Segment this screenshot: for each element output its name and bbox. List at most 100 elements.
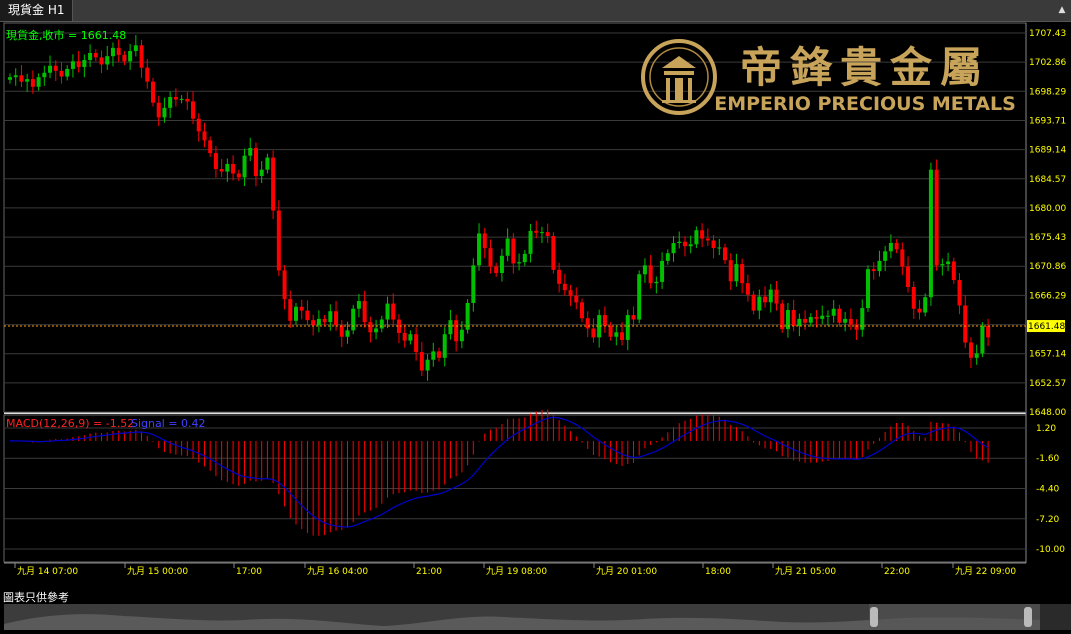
price-axis-label: 1702.86 [1029, 58, 1066, 68]
candle-body [368, 322, 373, 333]
navigator-strip[interactable] [4, 604, 1040, 630]
tab-bar: 現貨金 H1 ▲ [0, 0, 1071, 22]
candle-body [30, 79, 35, 87]
candle-body [110, 47, 115, 57]
candle-body [248, 147, 253, 156]
candle-body [614, 332, 619, 337]
logo-chinese-text: 帝鋒貴金屬 [740, 43, 990, 92]
macd-axis-label: -1.60 [1036, 454, 1060, 464]
candle-body [774, 289, 779, 304]
candle-body [642, 265, 647, 275]
candle-body [940, 264, 945, 266]
candle-body [162, 107, 167, 118]
candle-body [591, 328, 596, 338]
candle-body [128, 51, 133, 62]
candle-body [276, 210, 281, 271]
time-axis-label: 21:00 [416, 567, 442, 577]
candle-body [385, 303, 390, 320]
candle-body [316, 318, 321, 326]
navigator-right-handle[interactable] [1024, 607, 1032, 627]
price-axis-label: 1707.43 [1029, 29, 1066, 39]
candle-body [151, 81, 155, 103]
candle-body [877, 260, 882, 272]
candle-body [986, 325, 991, 338]
macd-axis-label: -4.40 [1036, 485, 1060, 495]
macd-signal-label: Signal = 0.42 [131, 417, 206, 430]
candle-body [70, 61, 75, 69]
price-axis-label: 1693.71 [1029, 117, 1066, 127]
candle-body [602, 315, 607, 326]
candle-body [568, 290, 573, 296]
tab-spot-gold-h1[interactable]: 現貨金 H1 [0, 0, 74, 21]
candle-body [505, 238, 510, 256]
time-axis-label: 九月 22 09:00 [955, 566, 1016, 577]
candle-body [236, 173, 241, 178]
candle-body [888, 243, 893, 252]
candle-body [883, 251, 888, 261]
candle-body [402, 332, 407, 341]
time-axis-label: 18:00 [705, 567, 731, 577]
candle-body [391, 303, 396, 320]
candle-body [517, 262, 522, 264]
candle-body [534, 230, 539, 233]
candle-body [448, 320, 453, 335]
candle-body [637, 274, 642, 320]
candle-body [339, 325, 344, 337]
candle-body [831, 308, 836, 316]
candle-body [253, 147, 258, 177]
candle-body [751, 294, 756, 311]
candle-body [271, 157, 276, 211]
candle-body [951, 261, 956, 280]
candle-body [173, 96, 178, 100]
candle-body [654, 281, 659, 284]
price-axis-label: 1657.14 [1029, 350, 1066, 360]
candle-body [76, 61, 81, 68]
time-axis-label: 九月 14 07:00 [17, 566, 78, 577]
candle-body [36, 77, 41, 87]
candle-body [288, 299, 293, 321]
candle-body [19, 75, 24, 82]
candle-body [631, 315, 636, 320]
candle-body [728, 260, 733, 282]
candle-body [694, 230, 699, 245]
navigator-end-area [1040, 604, 1071, 630]
tab-scroll-icon[interactable]: ▲ [1055, 3, 1069, 17]
candle-body [231, 163, 236, 174]
candle-body [242, 155, 247, 178]
candle-body [168, 96, 173, 108]
candle-body [866, 269, 870, 309]
candle-body [688, 244, 693, 247]
macd-axis-label: -7.20 [1036, 515, 1060, 525]
candle-body [968, 342, 973, 358]
candle-body [379, 319, 384, 329]
price-axis-label: 1670.86 [1029, 262, 1066, 272]
candle-body [419, 352, 424, 371]
candle-body [522, 253, 527, 263]
candle-body [671, 243, 676, 254]
candle-body [803, 318, 808, 323]
candle-body [374, 328, 379, 333]
candle-body [980, 325, 985, 354]
candle-body [133, 45, 138, 52]
candle-body [219, 169, 224, 172]
candle-body [362, 301, 367, 323]
candle-body [808, 316, 813, 323]
candle-body [59, 70, 64, 77]
candle-body [25, 79, 30, 82]
candle-body [191, 101, 196, 119]
candle-body [763, 296, 768, 303]
candle-body [814, 316, 819, 319]
candle-body [700, 230, 705, 239]
chart-area[interactable]: 現貨金,收市 = 1661.48 MACD(12,26,9) = -1.52 S… [0, 22, 1071, 589]
candle-body [677, 241, 682, 244]
candle-body [682, 241, 687, 247]
candle-body [648, 265, 653, 284]
candle-body [539, 232, 544, 234]
candle-body [723, 247, 727, 261]
navigator-left-handle[interactable] [870, 607, 878, 627]
candle-body [825, 315, 830, 317]
candle-body [545, 232, 550, 236]
candle-body [305, 310, 310, 321]
candle-body [477, 233, 482, 266]
candle-body [625, 315, 630, 340]
